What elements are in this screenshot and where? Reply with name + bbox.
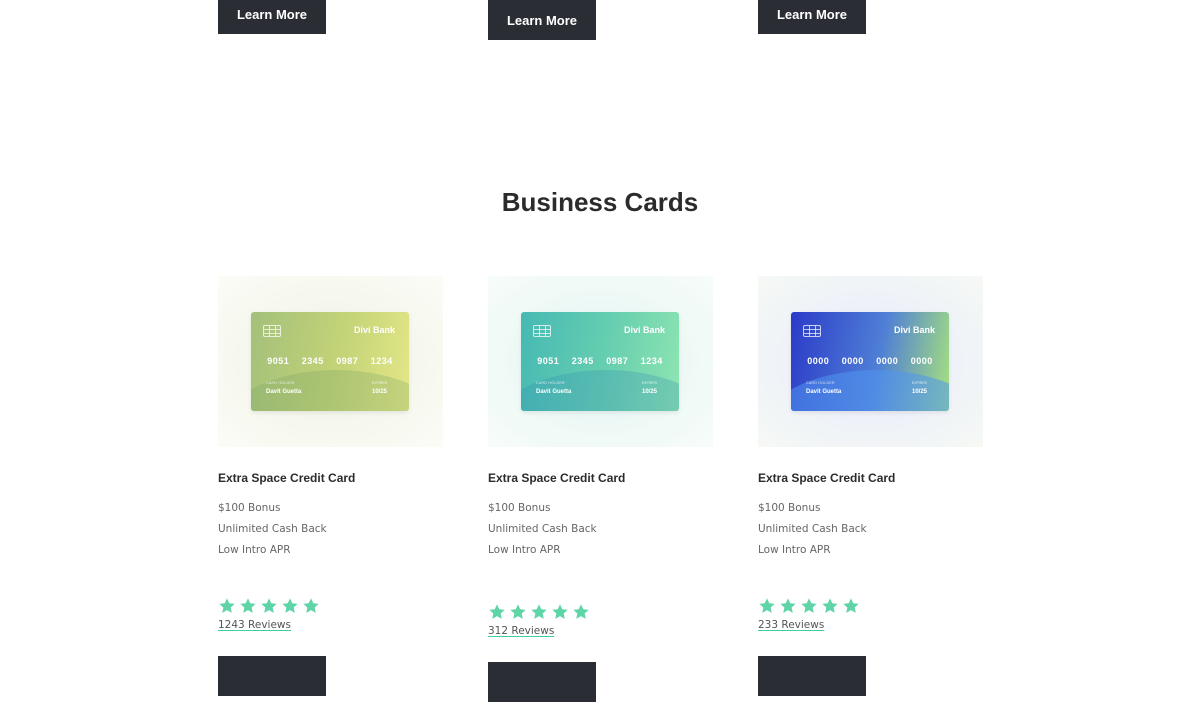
credit-card-illustration: Divi Bank 9051 2345 0987 1234 CARD HOLDE… — [521, 312, 679, 411]
bank-name: Divi Bank — [623, 325, 665, 335]
card-number-group: 0000 — [910, 356, 933, 366]
star-icon — [281, 597, 299, 615]
learn-more-button[interactable] — [758, 656, 866, 696]
star-icon — [551, 603, 569, 621]
feature-item: $100 Bonus — [758, 502, 821, 514]
reviews-link[interactable]: 1243 Reviews — [218, 619, 291, 631]
card-expiry-label: EXPIRES — [641, 381, 657, 385]
card-number: 9051 2345 0987 1234 — [521, 356, 679, 366]
card-expiry: 10/25 — [641, 389, 657, 395]
star-icon — [800, 597, 818, 615]
star-rating — [488, 603, 713, 621]
feature-list: $100 Bonus Unlimited Cash Back Low Intro… — [218, 498, 443, 561]
star-icon — [779, 597, 797, 615]
product-title: Extra Space Credit Card — [758, 471, 896, 485]
feature-list: $100 Bonus Unlimited Cash Back Low Intro… — [758, 498, 983, 561]
feature-item: Unlimited Cash Back — [218, 523, 327, 535]
card-number-group: 2345 — [301, 356, 324, 366]
feature-item: Low Intro APR — [758, 544, 831, 556]
card-chip-icon — [263, 325, 281, 337]
star-icon — [821, 597, 839, 615]
star-icon — [758, 597, 776, 615]
star-icon — [218, 597, 236, 615]
reviews-link[interactable]: 312 Reviews — [488, 625, 554, 637]
section-title: Business Cards — [501, 187, 699, 217]
card-chip-icon — [803, 325, 821, 337]
learn-more-button[interactable]: Learn More — [218, 0, 326, 34]
card-number-group: 0987 — [606, 356, 629, 366]
star-rating — [218, 597, 443, 615]
card-number-group: 1234 — [370, 356, 393, 366]
card-number-group: 2345 — [571, 356, 594, 366]
learn-more-button[interactable] — [488, 662, 596, 702]
star-rating — [758, 597, 983, 615]
card-image[interactable]: Divi Bank 0000 0000 0000 0000 CARD HOLDE… — [758, 276, 983, 447]
card-number-group: 0000 — [807, 356, 830, 366]
star-icon — [239, 597, 257, 615]
product-card: Divi Bank 9051 2345 0987 1234 CARD HOLDE… — [218, 276, 443, 633]
card-number-group: 0000 — [876, 356, 899, 366]
card-holder-label: CARD HOLDER — [806, 381, 835, 385]
card-holder-label: CARD HOLDER — [266, 381, 295, 385]
reviews-link[interactable]: 233 Reviews — [758, 619, 824, 631]
feature-item: Unlimited Cash Back — [488, 523, 597, 535]
card-image[interactable]: Divi Bank 9051 2345 0987 1234 CARD HOLDE… — [488, 276, 713, 447]
bank-name: Divi Bank — [893, 325, 935, 335]
card-image[interactable]: Divi Bank 9051 2345 0987 1234 CARD HOLDE… — [218, 276, 443, 447]
card-holder-name: Davit Guetta — [266, 389, 302, 395]
star-icon — [530, 603, 548, 621]
product-card: Divi Bank 9051 2345 0987 1234 CARD HOLDE… — [488, 276, 713, 639]
card-expiry-label: EXPIRES — [371, 381, 387, 385]
feature-list: $100 Bonus Unlimited Cash Back Low Intro… — [488, 498, 713, 561]
product-title: Extra Space Credit Card — [218, 471, 356, 485]
card-number: 9051 2345 0987 1234 — [251, 356, 409, 366]
star-icon — [572, 603, 590, 621]
star-icon — [488, 603, 506, 621]
star-icon — [509, 603, 527, 621]
card-number-group: 9051 — [267, 356, 290, 366]
card-expiry-label: EXPIRES — [911, 381, 927, 385]
feature-item: Low Intro APR — [218, 544, 291, 556]
credit-card-illustration: Divi Bank 0000 0000 0000 0000 CARD HOLDE… — [791, 312, 949, 411]
feature-item: Low Intro APR — [488, 544, 561, 556]
star-icon — [302, 597, 320, 615]
card-number-group: 9051 — [537, 356, 560, 366]
card-holder-label: CARD HOLDER — [536, 381, 565, 385]
feature-item: $100 Bonus — [488, 502, 551, 514]
card-expiry: 10/25 — [371, 389, 387, 395]
learn-more-button[interactable]: Learn More — [488, 0, 596, 40]
card-number-group: 1234 — [640, 356, 663, 366]
product-card: Divi Bank 0000 0000 0000 0000 CARD HOLDE… — [758, 276, 983, 633]
card-number-group: 0987 — [336, 356, 359, 366]
star-icon — [842, 597, 860, 615]
feature-item: Unlimited Cash Back — [758, 523, 867, 535]
card-holder-name: Davit Guetta — [806, 389, 842, 395]
card-number-group: 0000 — [841, 356, 864, 366]
learn-more-button[interactable]: Learn More — [758, 0, 866, 34]
card-number: 0000 0000 0000 0000 — [791, 356, 949, 366]
star-icon — [260, 597, 278, 615]
feature-item: $100 Bonus — [218, 502, 281, 514]
learn-more-button[interactable] — [218, 656, 326, 696]
bank-name: Divi Bank — [353, 325, 395, 335]
credit-card-illustration: Divi Bank 9051 2345 0987 1234 CARD HOLDE… — [251, 312, 409, 411]
card-chip-icon — [533, 325, 551, 337]
card-expiry: 10/25 — [911, 389, 927, 395]
card-holder-name: Davit Guetta — [536, 389, 572, 395]
product-title: Extra Space Credit Card — [488, 471, 626, 485]
